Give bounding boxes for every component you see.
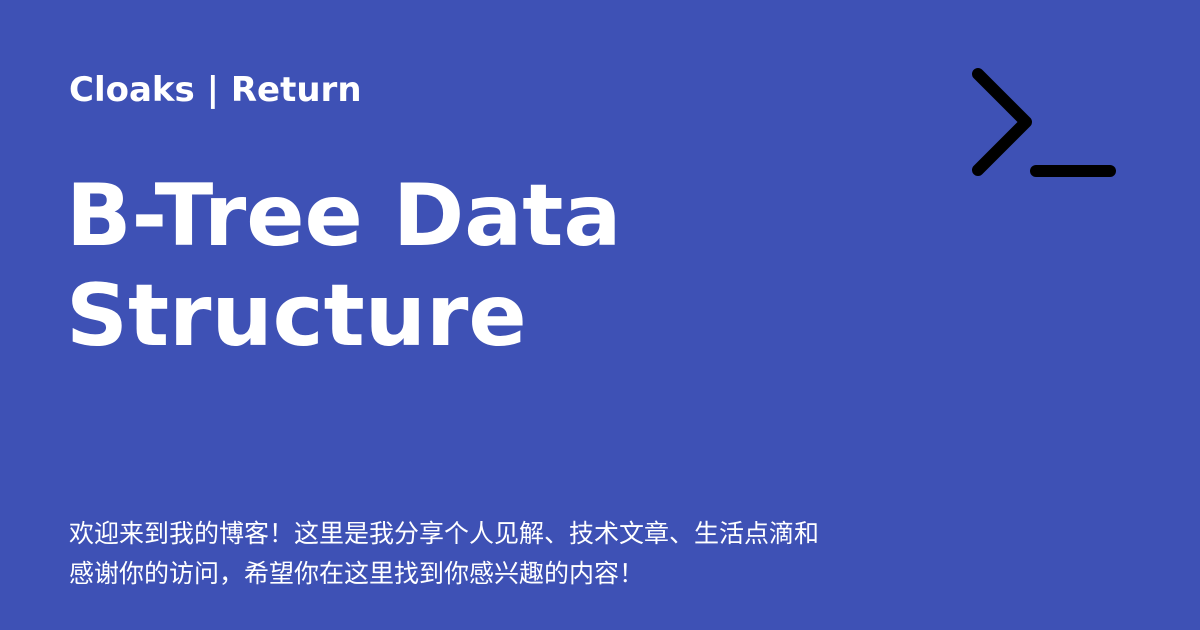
site-description: 欢迎来到我的博客！这里是我分享个人见解、技术文章、生活点滴和 感谢你的访问，希望… [69,514,897,594]
site-name: Cloaks | Return [69,70,362,110]
title-line-2: Structure [66,266,527,366]
description-line-1: 欢迎来到我的博客！这里是我分享个人见解、技术文章、生活点滴和 [69,519,820,548]
title-line-1: B-Tree Data [66,166,622,266]
terminal-prompt-icon [972,68,1116,177]
description-line-2: 感谢你的访问，希望你在这里找到你感兴趣的内容！ [69,559,645,588]
social-card: Cloaks | Return B-Tree Data Structure 欢迎… [0,0,1200,630]
page-title: B-Tree Data Structure [66,166,966,366]
